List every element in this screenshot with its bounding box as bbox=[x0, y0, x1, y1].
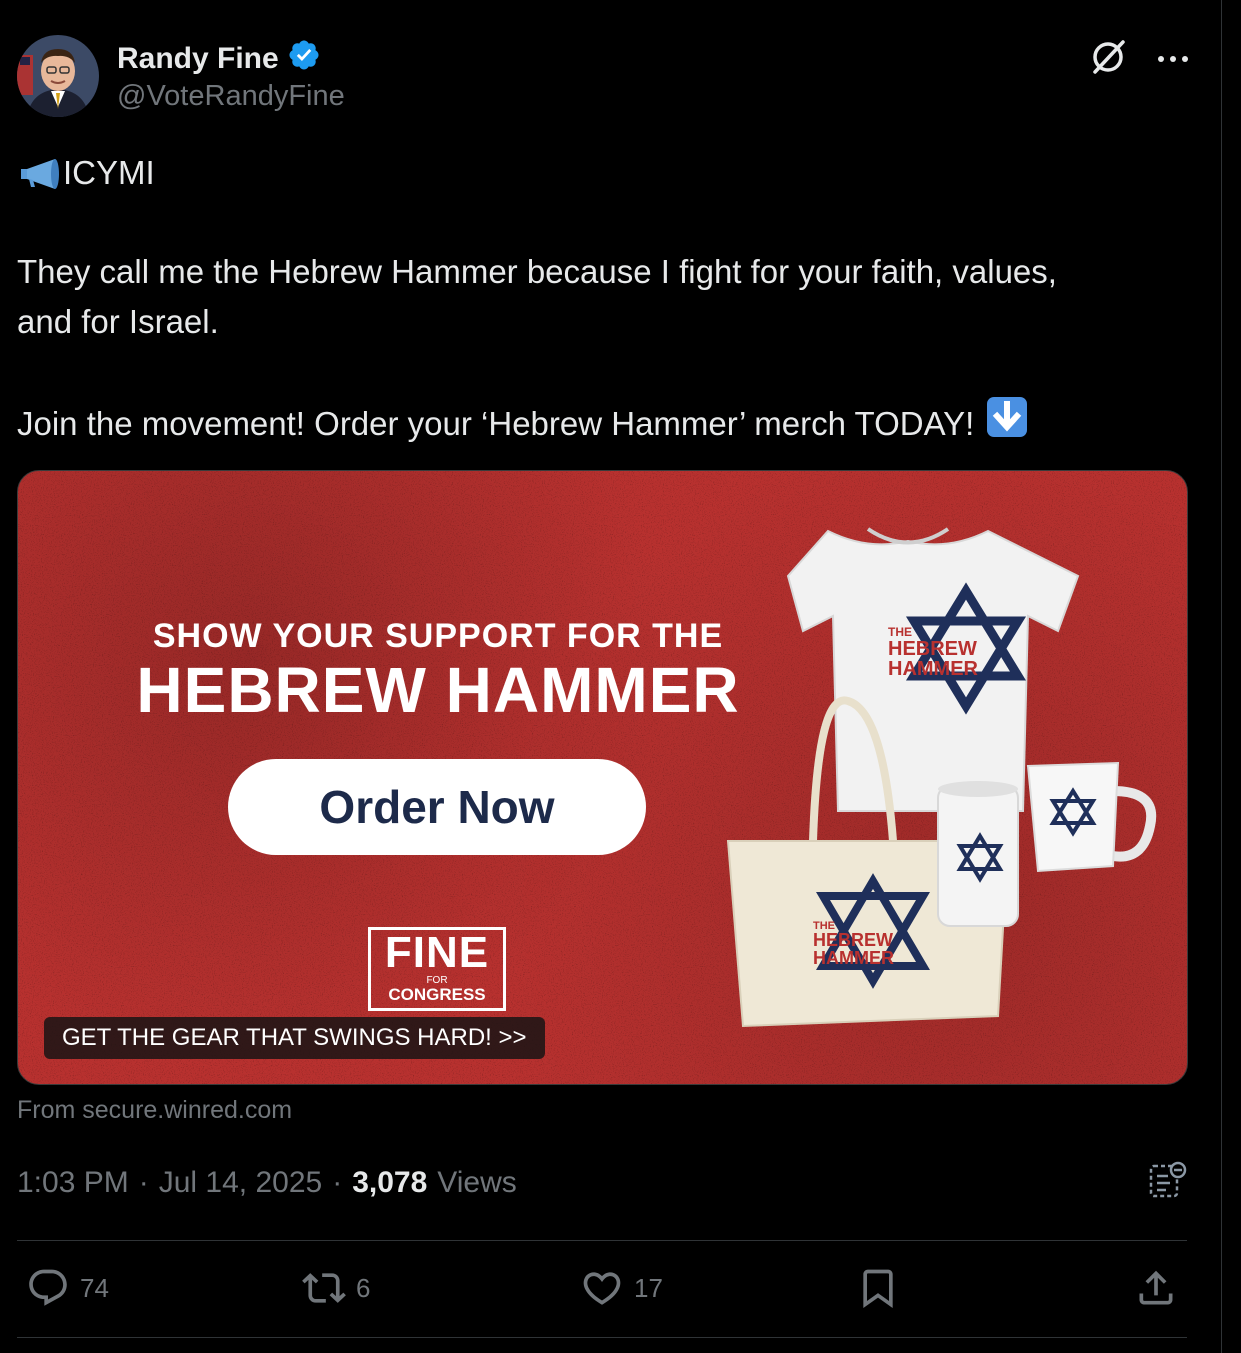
tweet-line-join: Join the movement! Order your ‘Hebrew Ha… bbox=[17, 396, 1028, 452]
reply-icon bbox=[29, 1269, 67, 1306]
divider-bottom bbox=[17, 1337, 1187, 1338]
repost-count: 6 bbox=[356, 1272, 371, 1303]
analytics-icon[interactable] bbox=[1148, 1160, 1188, 1205]
logo-congress: CONGRESS bbox=[388, 985, 486, 1004]
card-caption: GET THE GEAR THAT SWINGS HARD! >> bbox=[44, 1017, 545, 1059]
tshirt-text-hebrew: HEBREW bbox=[888, 638, 977, 660]
like-icon bbox=[583, 1272, 621, 1305]
media-card[interactable]: SHOW YOUR SUPPORT FOR THE HEBREW HAMMER … bbox=[17, 470, 1188, 1085]
tweet-time[interactable]: 1:03 PM bbox=[17, 1166, 129, 1200]
bookmark-icon bbox=[863, 1269, 893, 1309]
merch-illustration: THE HEBREW HAMMER THE HEBREW HAMMER bbox=[726, 527, 1157, 1028]
megaphone-icon bbox=[17, 155, 63, 191]
tweet-meta: 1:03 PM · Jul 14, 2025 · 3,078 Views bbox=[17, 1166, 517, 1200]
author-name[interactable]: Randy Fine bbox=[117, 38, 321, 80]
like-button[interactable]: 17 bbox=[580, 1266, 663, 1310]
card-source-link[interactable]: From secure.winred.com bbox=[17, 1096, 292, 1125]
meta-separator: · bbox=[138, 1166, 149, 1199]
order-now-button[interactable]: Order Now bbox=[228, 759, 646, 855]
like-count: 17 bbox=[634, 1272, 663, 1303]
tote-text-hebrew: HEBREW bbox=[813, 930, 893, 950]
tweet-date[interactable]: Jul 14, 2025 bbox=[159, 1166, 322, 1200]
share-icon bbox=[1139, 1270, 1173, 1305]
mug-image bbox=[1026, 761, 1157, 873]
action-bar: 74 6 17 bbox=[0, 1266, 1221, 1316]
avatar[interactable] bbox=[17, 35, 99, 117]
repost-button[interactable]: 6 bbox=[302, 1266, 370, 1310]
column-border bbox=[1221, 0, 1222, 1353]
tweet-text-icymi: ICYMI bbox=[63, 154, 155, 191]
tweet-text-line3: and for Israel. bbox=[17, 303, 219, 340]
tweet-text-line2: They call me the Hebrew Hammer because I… bbox=[17, 253, 1057, 290]
repost-icon bbox=[302, 1273, 346, 1303]
author-name-text[interactable]: Randy Fine bbox=[117, 42, 279, 76]
can-cooler-image bbox=[937, 781, 1019, 927]
tshirt-text-hammer: HAMMER bbox=[888, 658, 979, 680]
more-icon[interactable] bbox=[1157, 51, 1189, 69]
reply-count: 74 bbox=[80, 1272, 109, 1303]
tweet-text-line4: Join the movement! Order your ‘Hebrew Ha… bbox=[17, 405, 975, 442]
share-button[interactable] bbox=[1134, 1266, 1178, 1310]
tweet-line-icymi: ICYMI bbox=[17, 148, 155, 198]
views-count: 3,078 bbox=[352, 1166, 428, 1199]
divider-top bbox=[17, 1240, 1187, 1241]
arrow-down-emoji-icon bbox=[986, 396, 1028, 452]
verified-badge-icon[interactable] bbox=[287, 38, 321, 80]
logo-fine: FINE bbox=[384, 928, 490, 977]
tshirt-text-the: THE bbox=[888, 625, 912, 639]
views-label: Views bbox=[437, 1166, 517, 1199]
tote-text-hammer: HAMMER bbox=[813, 948, 894, 968]
author-handle[interactable]: @VoteRandyFine bbox=[117, 80, 345, 113]
fine-for-congress-logo: FINE FOR CONGRESS bbox=[368, 927, 506, 1011]
bookmark-button[interactable] bbox=[856, 1266, 900, 1310]
grok-icon[interactable] bbox=[1089, 38, 1127, 81]
meta-separator: · bbox=[332, 1166, 343, 1199]
reply-button[interactable]: 74 bbox=[26, 1266, 109, 1310]
